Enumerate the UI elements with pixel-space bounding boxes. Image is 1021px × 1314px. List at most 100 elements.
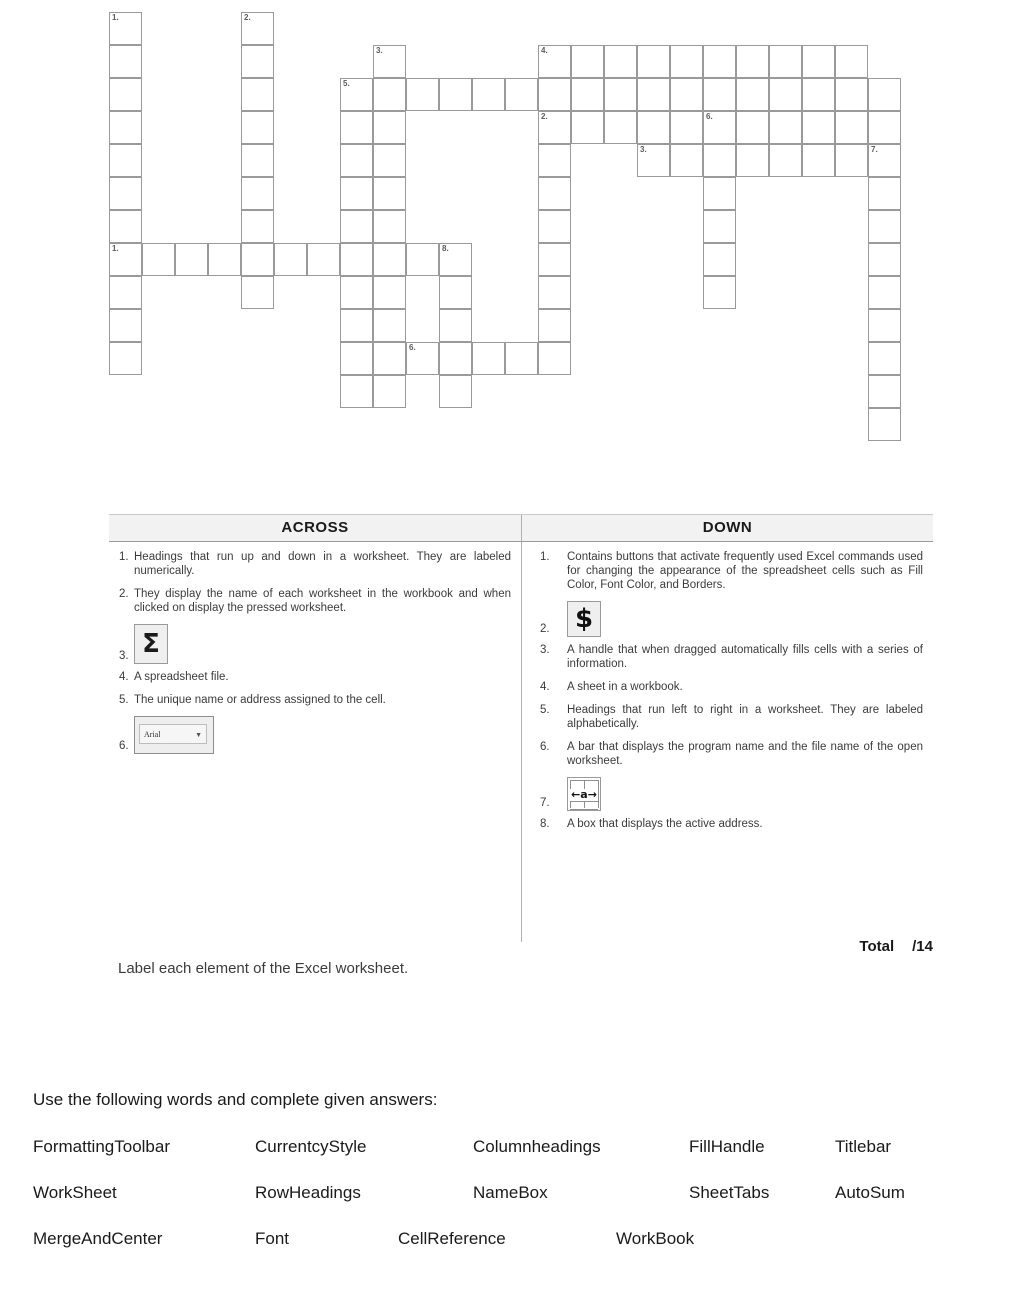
crossword-cell[interactable]: 3. [373,45,406,78]
crossword-cell[interactable] [340,276,373,309]
crossword-cell[interactable] [670,45,703,78]
crossword-cell[interactable] [109,276,142,309]
crossword-cell[interactable] [736,144,769,177]
crossword-cell[interactable] [868,342,901,375]
crossword-cell[interactable] [373,144,406,177]
crossword-cell[interactable] [241,276,274,309]
crossword-cell[interactable]: 1. [109,243,142,276]
word-bank-word[interactable]: FillHandle [689,1137,765,1157]
crossword-cell[interactable] [340,144,373,177]
crossword-cell[interactable] [802,144,835,177]
crossword-cell[interactable] [538,177,571,210]
crossword-cell[interactable] [109,111,142,144]
crossword-cell[interactable] [670,78,703,111]
crossword-cell[interactable] [109,78,142,111]
crossword-cell[interactable] [373,111,406,144]
crossword-cell[interactable] [109,177,142,210]
crossword-cell[interactable]: 6. [703,111,736,144]
crossword-cell[interactable] [241,45,274,78]
crossword-cell[interactable] [373,375,406,408]
crossword-cell[interactable] [868,111,901,144]
word-bank-word[interactable]: Titlebar [835,1137,891,1157]
crossword-cell[interactable] [604,45,637,78]
crossword-cell[interactable] [538,309,571,342]
crossword-cell[interactable] [736,45,769,78]
crossword-cell[interactable] [670,144,703,177]
crossword-cell[interactable] [868,78,901,111]
crossword-cell[interactable] [439,78,472,111]
crossword-cell[interactable]: 2. [538,111,571,144]
crossword-cell[interactable] [703,78,736,111]
crossword-cell[interactable] [439,342,472,375]
crossword-cell[interactable] [373,276,406,309]
crossword-cell[interactable] [736,78,769,111]
crossword-cell[interactable] [670,111,703,144]
crossword-cell[interactable] [373,309,406,342]
crossword-cell[interactable] [769,45,802,78]
crossword-cell[interactable] [208,243,241,276]
crossword-cell[interactable] [373,78,406,111]
word-bank-word[interactable]: WorkSheet [33,1183,117,1203]
crossword-cell[interactable]: 3. [637,144,670,177]
crossword-cell[interactable] [406,78,439,111]
crossword-cell[interactable] [340,111,373,144]
crossword-cell[interactable] [340,309,373,342]
crossword-cell[interactable] [241,177,274,210]
crossword-cell[interactable] [868,309,901,342]
crossword-cell[interactable] [703,243,736,276]
crossword-cell[interactable] [373,243,406,276]
crossword-cell[interactable] [340,342,373,375]
word-bank-word[interactable]: FormattingToolbar [33,1137,170,1157]
crossword-cell[interactable] [538,243,571,276]
crossword-cell[interactable] [571,78,604,111]
word-bank-word[interactable]: WorkBook [616,1229,694,1249]
crossword-cell[interactable] [538,276,571,309]
crossword-cell[interactable] [802,78,835,111]
crossword-cell[interactable] [406,243,439,276]
crossword-cell[interactable] [241,111,274,144]
word-bank-word[interactable]: SheetTabs [689,1183,769,1203]
crossword-cell[interactable] [835,111,868,144]
crossword-cell[interactable] [109,45,142,78]
crossword-cell[interactable] [703,177,736,210]
word-bank-word[interactable]: CurrentcyStyle [255,1137,366,1157]
crossword-cell[interactable]: 4. [538,45,571,78]
crossword-cell[interactable] [373,342,406,375]
crossword-cell[interactable] [307,243,340,276]
crossword-cell[interactable] [538,210,571,243]
crossword-cell[interactable] [439,375,472,408]
crossword-cell[interactable] [241,243,274,276]
crossword-cell[interactable] [637,78,670,111]
crossword-cell[interactable]: 2. [241,12,274,45]
crossword-cell[interactable] [868,177,901,210]
crossword-cell[interactable] [835,144,868,177]
crossword-cell[interactable] [868,408,901,441]
crossword-cell[interactable] [175,243,208,276]
crossword-cell[interactable] [604,78,637,111]
crossword-cell[interactable] [538,342,571,375]
crossword-cell[interactable] [340,210,373,243]
crossword-cell[interactable] [241,144,274,177]
crossword-cell[interactable] [439,309,472,342]
crossword-cell[interactable]: 5. [340,78,373,111]
crossword-cell[interactable] [274,243,307,276]
crossword-cell[interactable]: 8. [439,243,472,276]
word-bank-word[interactable]: CellReference [398,1229,506,1249]
crossword-cell[interactable] [637,111,670,144]
crossword-cell[interactable] [373,210,406,243]
crossword-cell[interactable] [769,78,802,111]
crossword-cell[interactable] [769,111,802,144]
crossword-cell[interactable] [142,243,175,276]
word-bank-word[interactable]: Font [255,1229,289,1249]
word-bank-word[interactable]: MergeAndCenter [33,1229,162,1249]
crossword-cell[interactable] [505,342,538,375]
crossword-cell[interactable] [571,111,604,144]
crossword-cell[interactable] [769,144,802,177]
crossword-cell[interactable] [802,111,835,144]
crossword-cell[interactable] [868,210,901,243]
crossword-cell[interactable] [637,45,670,78]
crossword-cell[interactable] [472,342,505,375]
crossword-cell[interactable] [340,177,373,210]
crossword-cell[interactable] [835,78,868,111]
crossword-cell[interactable] [604,111,637,144]
